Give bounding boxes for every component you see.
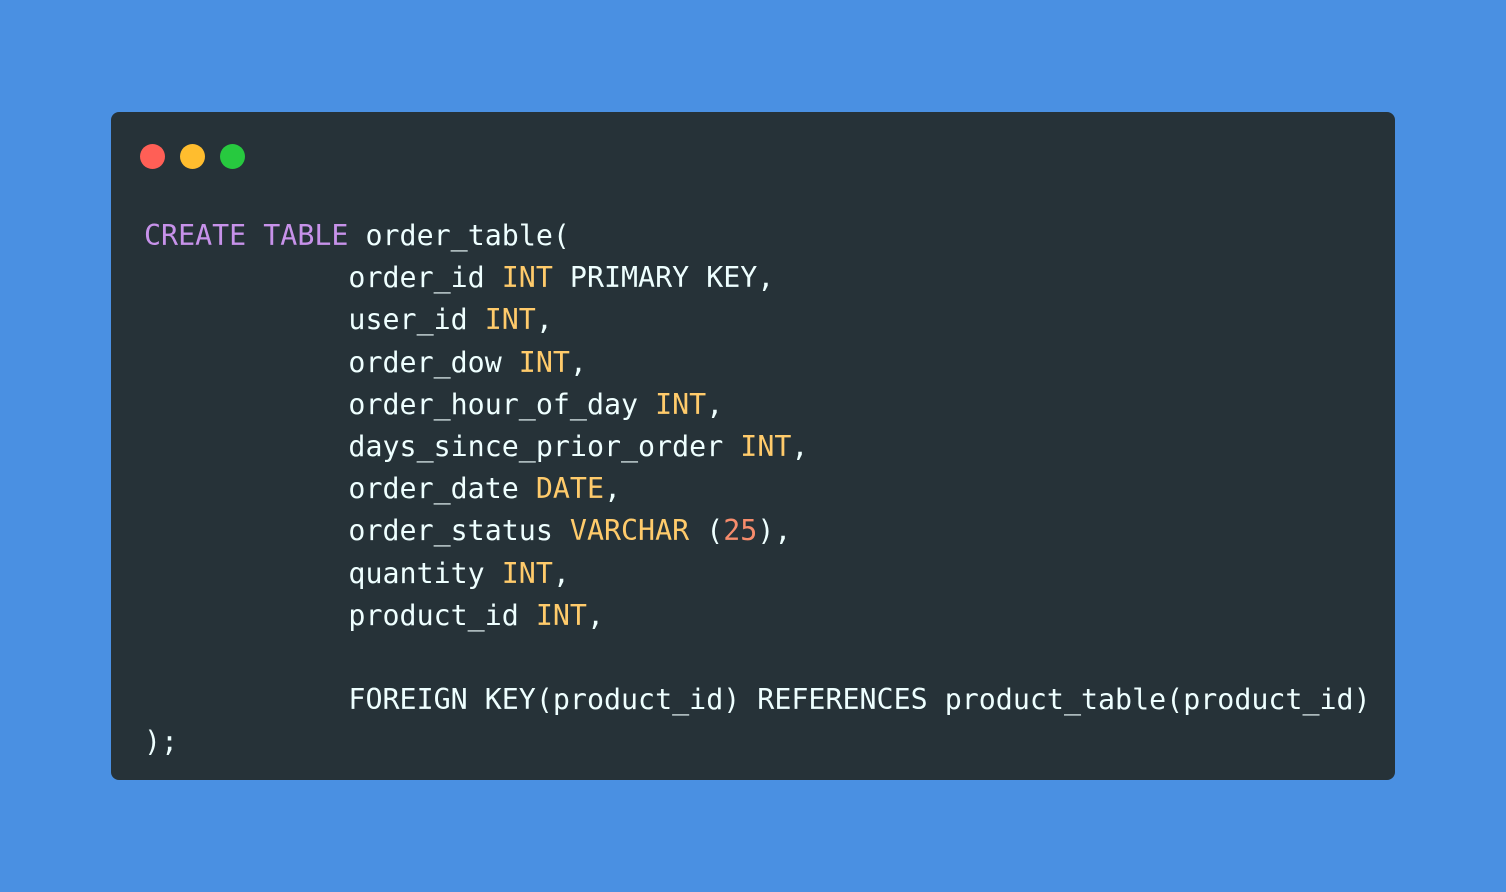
code-line: ); [144, 721, 1371, 763]
code-line: order_hour_of_day INT, [144, 384, 1371, 426]
code-token-text: order_date [144, 472, 536, 506]
code-line: user_id INT, [144, 299, 1371, 341]
minimize-dot[interactable] [180, 144, 205, 169]
code-line: FOREIGN KEY(product_id) REFERENCES produ… [144, 679, 1371, 721]
code-token-text: , [569, 345, 587, 379]
code-line: order_date DATE, [144, 468, 1371, 510]
code-token-text: FOREIGN KEY(product_id) REFERENCES produ… [144, 683, 1371, 717]
code-token-text: quantity [144, 556, 502, 590]
code-token-text: ); [144, 725, 179, 759]
code-token-text: order_table( [348, 219, 570, 252]
code-token-number: 25 [723, 514, 758, 548]
code-token-text: , [791, 429, 809, 463]
code-token-text: user_id [144, 303, 485, 337]
code-token-type: INT [501, 556, 553, 590]
code-token-type: INT [501, 261, 553, 295]
code-line: order_id INT PRIMARY KEY, [144, 257, 1371, 299]
code-token-text: , [706, 387, 724, 421]
code-token-text: PRIMARY KEY, [552, 261, 775, 295]
maximize-dot[interactable] [220, 144, 245, 169]
code-token-text: order_dow [144, 345, 519, 379]
code-token-text: order_id [144, 261, 502, 295]
code-token-keyword: TABLE [263, 219, 349, 252]
code-token-text: , [604, 472, 622, 506]
code-line: order_dow INT, [144, 342, 1371, 384]
code-token-text: ), [757, 514, 792, 548]
code-line: quantity INT, [144, 553, 1371, 595]
code-token-text: order_status [144, 514, 570, 548]
code-token-keyword: CREATE [144, 219, 247, 252]
code-token-type: INT [518, 345, 570, 379]
code-token-type: INT [740, 429, 792, 463]
window-controls [140, 144, 245, 169]
close-dot[interactable] [140, 144, 165, 169]
code-token-type: INT [484, 303, 536, 337]
code-line: CREATE TABLE order_table( [144, 215, 1371, 257]
code-token-text: days_since_prior_order [144, 429, 741, 463]
code-line: days_since_prior_order INT, [144, 426, 1371, 468]
code-block: CREATE TABLE order_table( order_id INT P… [144, 215, 1371, 763]
code-token-type: INT [655, 387, 707, 421]
code-token-type: VARCHAR [569, 514, 690, 548]
code-token-text: order_hour_of_day [144, 387, 656, 421]
code-token-text: , [586, 598, 604, 632]
code-window: CREATE TABLE order_table( order_id INT P… [111, 112, 1395, 780]
code-token-text: ( [689, 514, 724, 548]
code-token-type: INT [535, 598, 587, 632]
code-token-type: DATE [535, 472, 604, 506]
code-token-text: , [535, 303, 553, 337]
code-token-text: , [552, 556, 570, 590]
code-line: product_id INT, [144, 595, 1371, 637]
code-line: order_status VARCHAR (25), [144, 510, 1371, 552]
code-token-text: product_id [144, 598, 536, 632]
